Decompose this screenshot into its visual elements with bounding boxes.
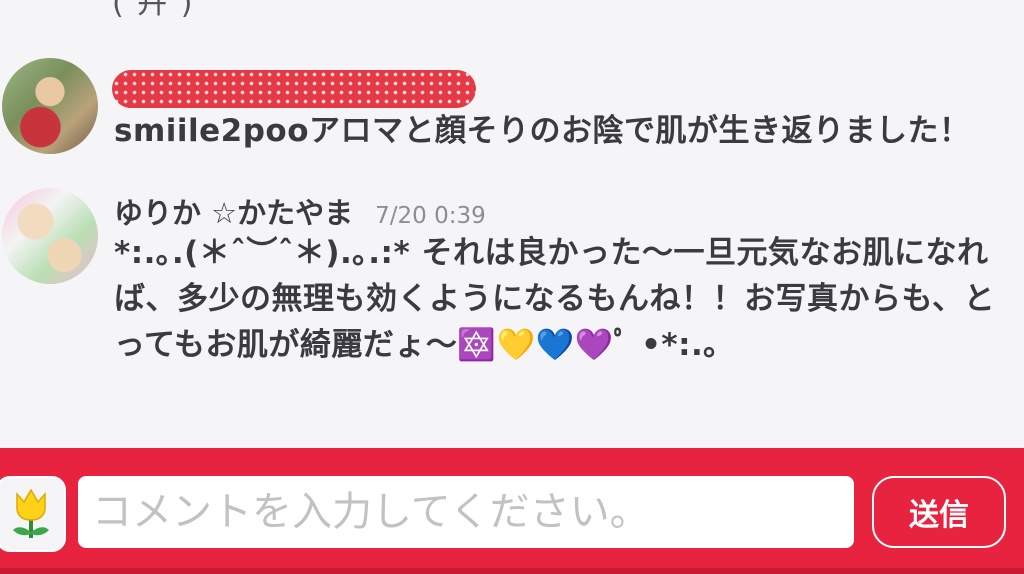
comment-item: smiile2pooアロマと顔そりのお陰で肌が生き返りました！ (0, 56, 1024, 166)
comment-text: smiile2pooアロマと顔そりのお陰で肌が生き返りました！ (114, 113, 971, 149)
stamp-button[interactable] (0, 476, 66, 552)
avatar[interactable] (2, 188, 98, 284)
redacted-author-name (112, 70, 476, 108)
comment-header: ゆりか ☆かたやま 7/20 0:39 (114, 190, 486, 230)
comment-item: ゆりか ☆かたやま 7/20 0:39 *:.｡.(＊ˆ︶ˆ＊).｡.:* それ… (0, 186, 1024, 376)
send-button[interactable]: 送信 (872, 476, 1006, 548)
avatar[interactable] (2, 58, 98, 154)
timestamp: 7/20 0:39 (375, 203, 486, 229)
comment-input-field[interactable] (78, 476, 854, 548)
previous-comment-fragment: ( 卉 ) (112, 0, 195, 21)
comment-text: *:.｡.(＊ˆ︶ˆ＊).｡.:* それは良かった〜一旦元気なお肌になれば、多少… (114, 235, 996, 363)
tulip-icon (13, 488, 49, 538)
comment-input-bar: 送信 (0, 448, 1024, 574)
comment-input[interactable] (78, 476, 854, 548)
author-name[interactable]: ゆりか ☆かたやま (114, 190, 353, 232)
